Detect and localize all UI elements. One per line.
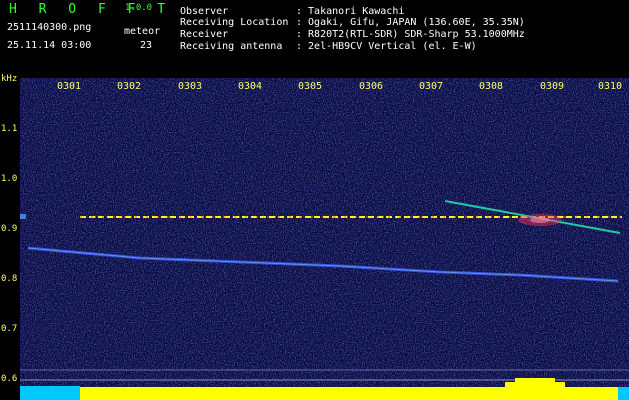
antenna-value: : 2el-HB9CV Vertical (el. E-W) [296,41,477,52]
meteor-label: meteor [124,26,161,37]
x-tick-0307: 0307 [419,81,444,92]
x-tick-0305: 0305 [298,81,323,92]
observer-value: : Takanori Kawachi [296,6,405,17]
x-tick-0303: 0303 [178,81,203,92]
x-tick-0308: 0308 [479,81,504,92]
file-name: 2511140300.png [7,22,92,33]
y-tick-0-8: 0.8 [1,274,18,284]
noise-texture [20,78,629,400]
receiver-label: Receiver [180,29,229,40]
signal-bar-end [618,387,629,400]
y-tick-0-6: 0.6 [1,374,18,384]
location-label: Receiving Location [180,17,289,28]
antenna-label: Receiving antenna [180,41,283,52]
signal-bar-start [20,386,80,400]
edge-blip [20,214,26,219]
spectrogram [20,78,629,400]
x-tick-0310: 0310 [598,81,623,92]
receiver-value: : R820T2(RTL-SDR) SDR-Sharp 53.1000MHz [296,29,525,40]
y-tick-1-0: 1.0 [1,174,18,184]
x-tick-0304: 0304 [238,81,263,92]
date-time: 25.11.14 03:00 [7,40,92,51]
x-tick-0301: 0301 [57,81,82,92]
observer-label: Observer [180,6,229,17]
spectrogram-plot [20,78,629,400]
signal-bar [80,387,629,400]
y-tick-0-9: 0.9 [1,224,18,234]
y-tick-1-1: 1.1 [1,124,18,134]
signal-bar-peak-base [505,382,565,387]
x-tick-0309: 0309 [540,81,565,92]
frequency-unit: kHz [1,74,18,84]
header-panel: H R O F F T 1.0.0 2511140300.png meteor … [0,0,629,78]
location-value: : Ogaki, Gifu, JAPAN (136.60E, 35.35N) [296,17,525,28]
y-tick-0-7: 0.7 [1,324,18,334]
app-version: 1.0.0 [125,3,153,13]
meteor-count: 23 [140,40,153,51]
meteor-head-core [530,217,550,223]
x-tick-0306: 0306 [359,81,384,92]
x-tick-0302: 0302 [117,81,142,92]
